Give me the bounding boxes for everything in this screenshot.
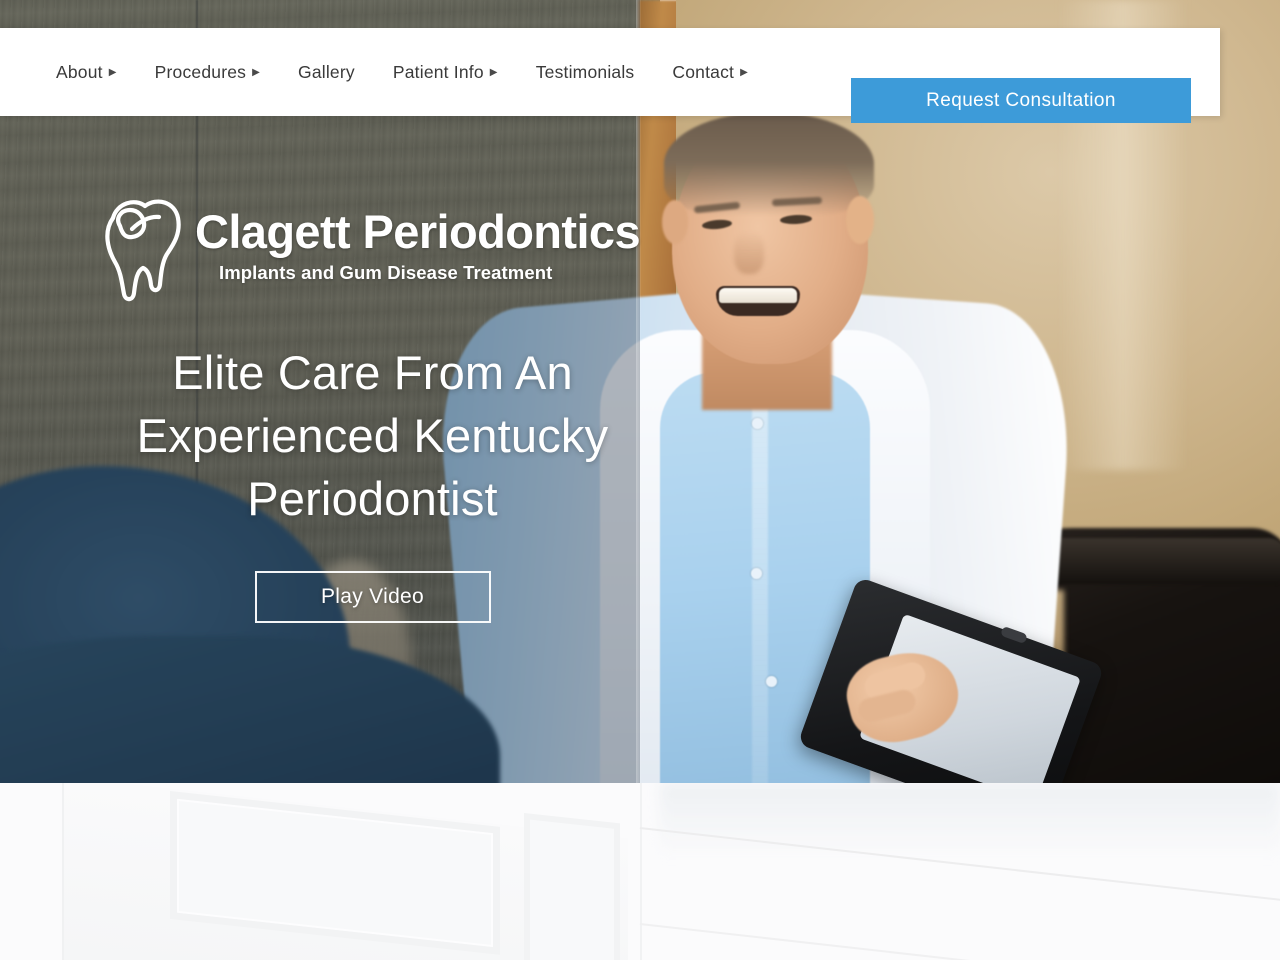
nav-item-contact[interactable]: Contact ▶ (672, 62, 748, 83)
tooth-icon (99, 188, 185, 304)
counter-surface (660, 783, 1280, 857)
nav-item-testimonials[interactable]: Testimonials (536, 62, 635, 83)
nav-label: Procedures (154, 61, 247, 82)
chevron-right-icon: ▶ (252, 67, 261, 78)
shirt-placket (752, 400, 768, 783)
wall-corner-line (640, 783, 642, 960)
logo-text-block: Clagett Periodontics Implants and Gum Di… (194, 205, 641, 284)
nav-item-procedures[interactable]: Procedures ▶ (155, 62, 260, 83)
chevron-right-icon: ▶ (108, 67, 117, 78)
page-root: Clagett Periodontics Implants and Gum Di… (0, 0, 1280, 960)
site-logo[interactable]: Clagett Periodontics Implants and Gum Di… (99, 188, 641, 304)
request-consultation-button[interactable]: Request Consultation (851, 78, 1191, 123)
wall-panel (524, 813, 620, 960)
nav-item-about[interactable]: About ▶ (56, 62, 117, 83)
right-ear (846, 196, 874, 244)
shirt-button (751, 568, 762, 579)
logo-tagline: Implants and Gum Disease Treatment (218, 261, 553, 283)
nav-item-gallery[interactable]: Gallery (298, 62, 355, 83)
our-story-section: Our Story (0, 783, 1280, 960)
nav-label: Gallery (298, 61, 355, 82)
wall-trim-line (639, 923, 1280, 960)
logo-name: Clagett Periodontics (194, 205, 641, 259)
shirt-button (766, 676, 777, 687)
story-background-photo (0, 783, 1280, 960)
shirt-button (752, 418, 763, 429)
nav-label: Patient Info (392, 61, 484, 82)
hero-headline: Elite Care From An Experienced Kentucky … (136, 346, 609, 525)
site-header: About ▶ Procedures ▶ Gallery Patient Inf… (0, 28, 1220, 123)
chevron-right-icon: ▶ (740, 67, 748, 78)
chevron-right-icon: ▶ (489, 67, 498, 78)
hero-content: Clagett Periodontics Implants and Gum Di… (0, 0, 745, 783)
nav-label: About (56, 61, 103, 82)
main-navigation: About ▶ Procedures ▶ Gallery Patient Inf… (56, 62, 786, 83)
nav-item-patient-info[interactable]: Patient Info ▶ (393, 62, 498, 83)
nav-label: Testimonials (535, 61, 635, 82)
play-video-button[interactable]: Play Video (254, 570, 491, 623)
nav-label: Contact (672, 61, 735, 82)
